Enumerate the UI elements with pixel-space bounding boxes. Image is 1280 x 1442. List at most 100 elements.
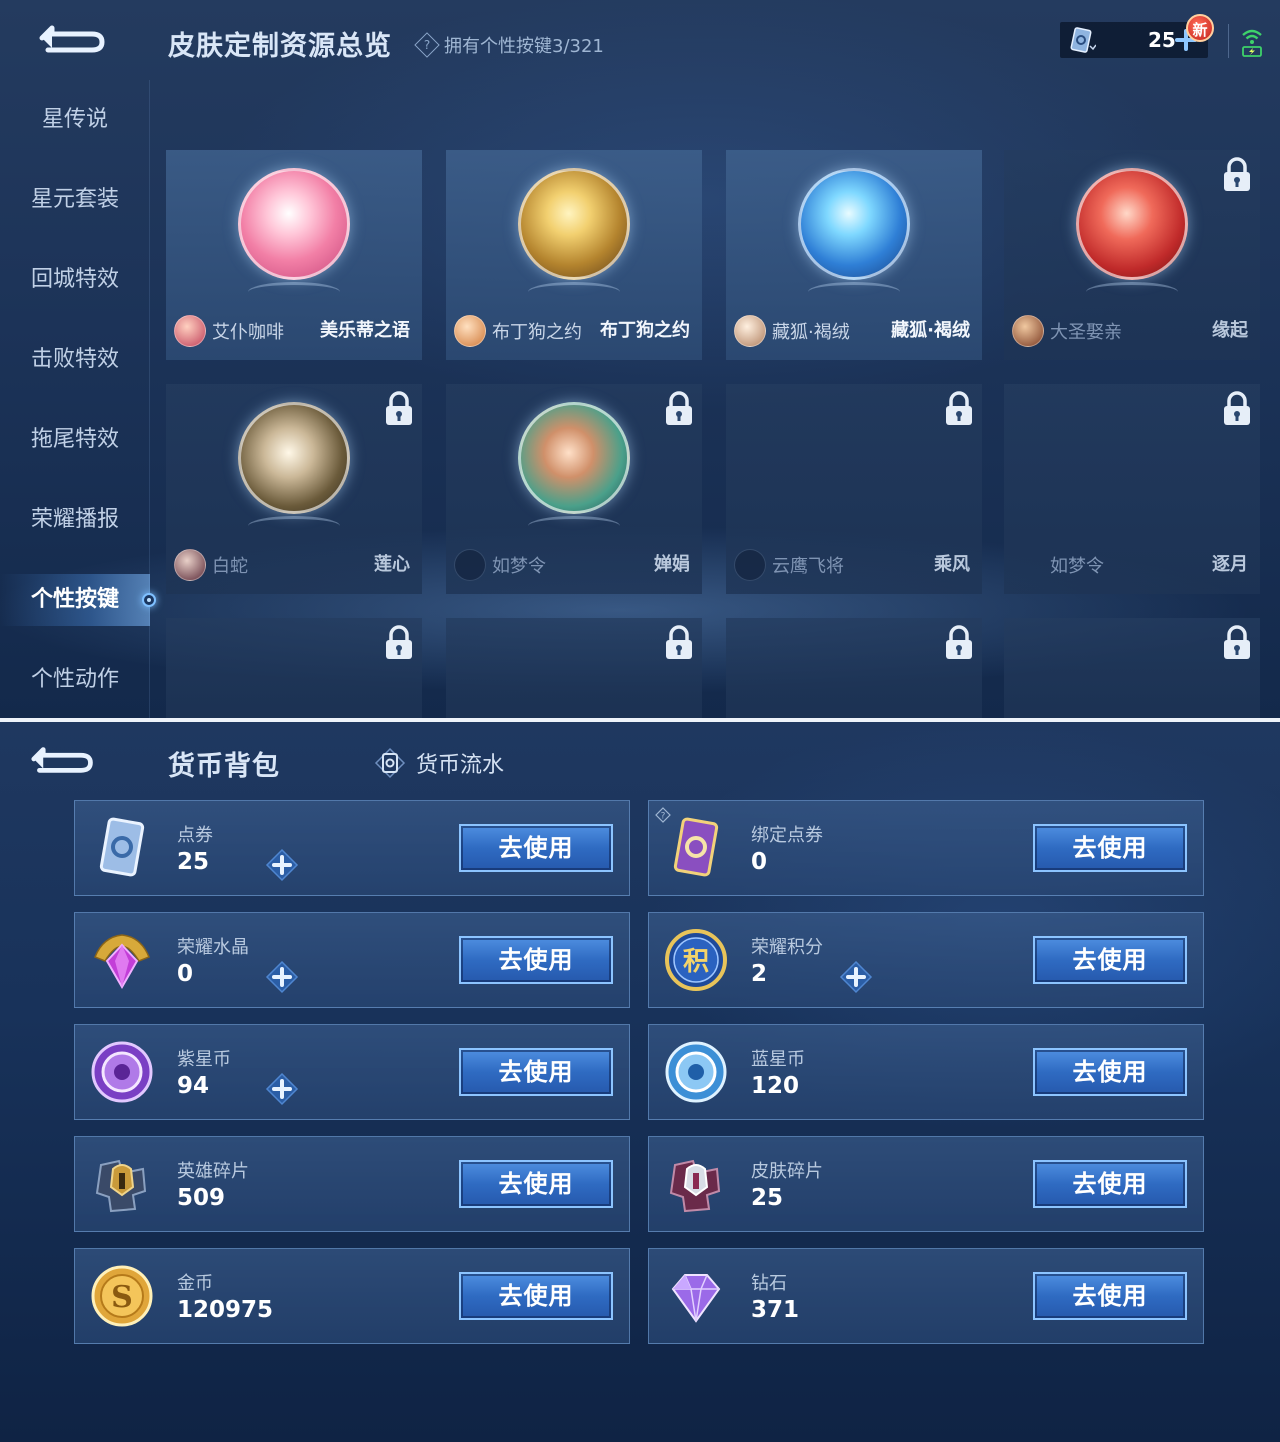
- skin-card-locked[interactable]: [726, 618, 982, 718]
- add-points-button[interactable]: [839, 960, 873, 994]
- moon-button-icon: [518, 402, 630, 514]
- owner-name: 藏狐·褐绒: [772, 322, 850, 343]
- currency-name: 荣耀水晶: [177, 937, 249, 958]
- skin-card-locked[interactable]: 如梦令 婵娟: [446, 384, 702, 594]
- back-button[interactable]: [38, 20, 110, 56]
- use-button[interactable]: 去使用: [1033, 824, 1187, 872]
- use-button[interactable]: 去使用: [459, 936, 613, 984]
- owner-name: 如梦令: [492, 556, 546, 577]
- currency-name: 荣耀积分: [751, 937, 823, 958]
- orb-reflection: [528, 282, 620, 302]
- currency-row-diamond: 钻石 371 去使用: [648, 1248, 1204, 1344]
- currency-row-bound-ticket: ? 绑定点券 0 去使用: [648, 800, 1204, 896]
- nav-custom-buttons[interactable]: 个性按键: [0, 574, 156, 626]
- svg-text:S: S: [111, 1280, 133, 1315]
- lock-icon: [666, 391, 692, 425]
- avatar: [454, 315, 486, 347]
- skin-name: 婵娟: [654, 554, 690, 575]
- nav-star-suit[interactable]: 星元套装: [0, 174, 150, 226]
- use-button[interactable]: 去使用: [1033, 936, 1187, 984]
- skin-card[interactable]: 藏狐·褐绒 藏狐·褐绒: [726, 150, 982, 360]
- card-owner: 如梦令: [454, 548, 546, 582]
- use-button[interactable]: 去使用: [459, 1160, 613, 1208]
- skin-name: 美乐蒂之语: [320, 320, 410, 341]
- skin-card-locked[interactable]: 云鹰飞将 乘风: [726, 384, 982, 594]
- card-owner: 艾仆咖啡: [174, 314, 284, 348]
- use-button[interactable]: 去使用: [459, 824, 613, 872]
- skin-resource-overview-screen: 皮肤定制资源总览 ? 拥有个性按键3/321 25 新 星传说 星元套装 回城特效…: [0, 0, 1280, 718]
- use-button[interactable]: 去使用: [1033, 1048, 1187, 1096]
- nav-recall-effect[interactable]: 回城特效: [0, 254, 150, 306]
- skin-card[interactable]: 艾仆咖啡 美乐蒂之语: [166, 150, 422, 360]
- skin-card[interactable]: 布丁狗之约 布丁狗之约: [446, 150, 702, 360]
- skin-card-locked[interactable]: [166, 618, 422, 718]
- use-button[interactable]: 去使用: [1033, 1272, 1187, 1320]
- lock-icon: [1224, 625, 1250, 659]
- nav-kill-effect[interactable]: 击败特效: [0, 334, 150, 386]
- owned-count-text: 拥有个性按键3/321: [444, 36, 604, 57]
- currency-row-hero-fragment: 英雄碎片 509 去使用: [74, 1136, 630, 1232]
- skin-card-locked[interactable]: [1004, 618, 1260, 718]
- owner-name: 如梦令: [1050, 556, 1104, 577]
- currency-amount: 94: [177, 1073, 210, 1099]
- nav-custom-action[interactable]: 个性动作: [0, 654, 150, 706]
- skin-name: 乘风: [934, 554, 970, 575]
- avatar: [734, 315, 766, 347]
- currency-flow-label: 货币流水: [416, 753, 505, 778]
- add-purple-coin-button[interactable]: [265, 1072, 299, 1106]
- skin-name: 缘起: [1212, 320, 1248, 341]
- avatar: [454, 549, 486, 581]
- use-button[interactable]: 去使用: [1033, 1160, 1187, 1208]
- active-indicator-icon: [142, 593, 156, 607]
- skin-name: 布丁狗之约: [600, 320, 690, 341]
- use-button[interactable]: 去使用: [459, 1272, 613, 1320]
- currency-amount: 120975: [177, 1297, 274, 1323]
- nav-glory-broadcast[interactable]: 荣耀播报: [0, 494, 150, 546]
- lock-icon: [946, 391, 972, 425]
- currency-row-points: 积 荣耀积分 2 去使用: [648, 912, 1204, 1008]
- currency-amount: 0: [177, 961, 194, 987]
- melody-button-icon: [238, 168, 350, 280]
- owned-count[interactable]: ? 拥有个性按键3/321: [414, 32, 604, 58]
- nav-trail-effect[interactable]: 拖尾特效: [0, 414, 150, 466]
- currency-name: 英雄碎片: [177, 1161, 249, 1182]
- ticket-count: 25: [1148, 28, 1176, 52]
- hero-fragment-icon: [95, 1159, 147, 1213]
- currency-name: 蓝星币: [751, 1049, 805, 1070]
- back-arrow-icon: [39, 25, 105, 53]
- skin-card-locked[interactable]: 如梦令 逐月: [1004, 384, 1260, 594]
- new-badge: 新: [1186, 14, 1214, 42]
- nav-star-legend[interactable]: 星传说: [0, 94, 150, 146]
- avatar: [174, 549, 206, 581]
- use-button[interactable]: 去使用: [459, 1048, 613, 1096]
- owner-name: 大圣娶亲: [1050, 322, 1122, 343]
- card-owner: 布丁狗之约: [454, 314, 582, 348]
- currency-row-purple-coin: 紫星币 94 去使用: [74, 1024, 630, 1120]
- skin-card-locked[interactable]: 白蛇 莲心: [166, 384, 422, 594]
- currency-flow-link[interactable]: 货币流水: [374, 746, 504, 780]
- skin-card-locked[interactable]: 大圣娶亲 缘起: [1004, 150, 1260, 360]
- add-ticket-button[interactable]: [265, 848, 299, 882]
- add-crystal-button[interactable]: [265, 960, 299, 994]
- owner-name: 布丁狗之约: [492, 322, 582, 343]
- purple-coin-icon: [91, 1041, 153, 1103]
- svg-text:积: 积: [683, 947, 709, 977]
- back-arrow-icon: [31, 747, 93, 773]
- currency-row-crystal: 荣耀水晶 0 去使用: [74, 912, 630, 1008]
- diamond-icon: [671, 1274, 721, 1323]
- currency-amount: 25: [751, 1185, 784, 1211]
- help-icon[interactable]: ?: [414, 32, 440, 58]
- monkey-button-icon: [1076, 168, 1188, 280]
- nav-custom-buttons-label: 个性按键: [30, 587, 119, 612]
- currency-amount: 25: [177, 849, 210, 875]
- skin-card-locked[interactable]: [446, 618, 702, 718]
- points-icon: 积: [665, 929, 727, 991]
- orb-reflection: [248, 282, 340, 302]
- back-button[interactable]: [30, 742, 98, 776]
- card-owner: 云鹰飞将: [734, 548, 844, 582]
- skin-name: 藏狐·褐绒: [891, 320, 970, 341]
- fox-button-icon: [798, 168, 910, 280]
- currency-name: 点券: [177, 825, 213, 846]
- lock-icon: [386, 391, 412, 425]
- owner-name: 云鹰飞将: [772, 556, 844, 577]
